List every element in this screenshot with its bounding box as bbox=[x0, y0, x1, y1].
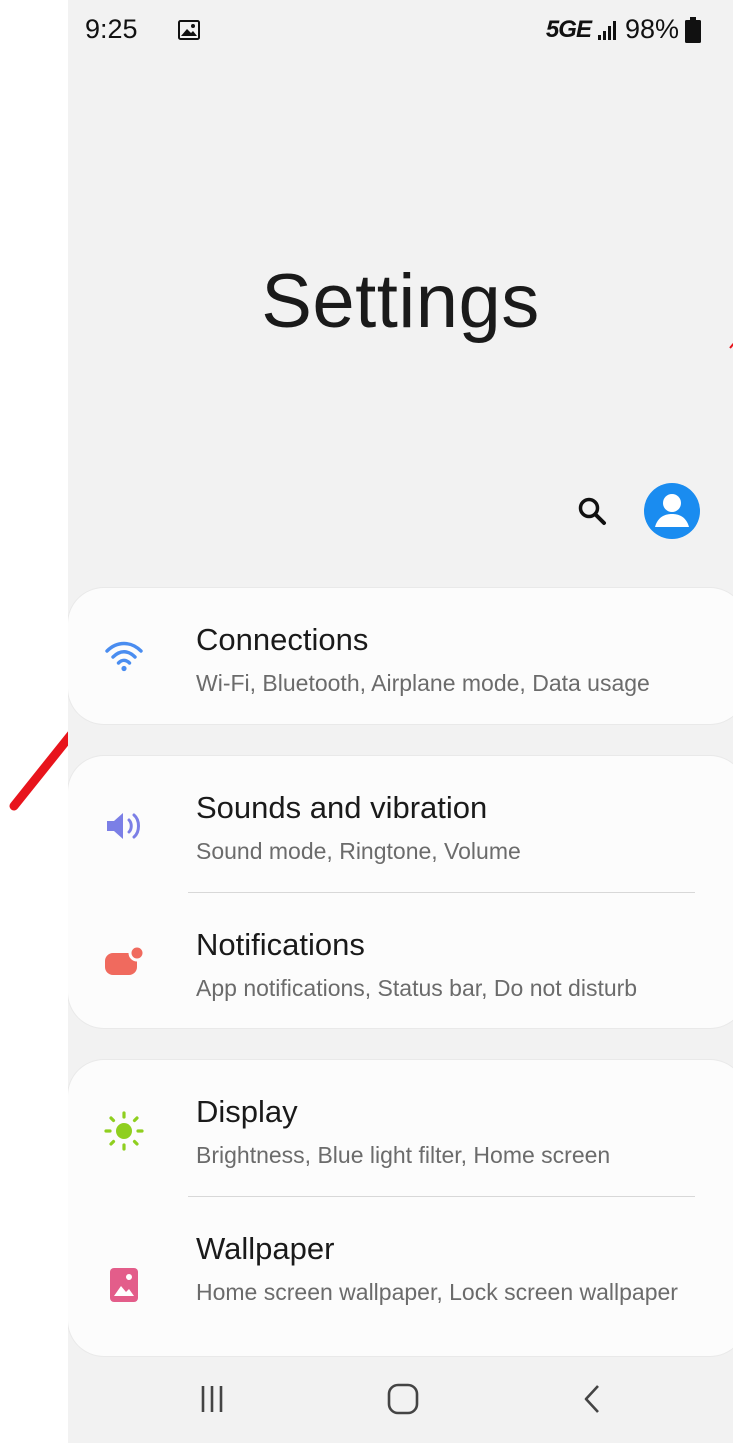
setting-item-wallpaper[interactable]: Wallpaper Home screen wallpaper, Lock sc… bbox=[68, 1197, 733, 1356]
setting-subtitle: Wi-Fi, Bluetooth, Airplane mode, Data us… bbox=[196, 670, 650, 696]
search-button[interactable] bbox=[566, 485, 618, 537]
status-time: 9:25 bbox=[85, 14, 138, 44]
setting-item-notifications[interactable]: Notifications App notifications, Status … bbox=[68, 893, 733, 1028]
recents-icon bbox=[201, 1386, 223, 1412]
search-icon bbox=[578, 497, 606, 525]
back-icon bbox=[584, 1385, 599, 1413]
brightness-icon bbox=[102, 1109, 146, 1153]
profile-icon bbox=[644, 483, 700, 539]
setting-title: Connections bbox=[196, 622, 369, 657]
wifi-icon bbox=[102, 634, 146, 678]
status-bar: 9:25 5GE 98% bbox=[68, 0, 733, 64]
battery-icon bbox=[685, 16, 701, 43]
settings-card-display-wallpaper: Display Brightness, Blue light filter, H… bbox=[68, 1060, 733, 1356]
gallery-notification-icon bbox=[178, 20, 200, 40]
setting-subtitle: Home screen wallpaper, Lock screen wallp… bbox=[196, 1279, 678, 1305]
home-icon bbox=[387, 1383, 419, 1415]
notification-icon bbox=[102, 939, 146, 983]
setting-title: Sounds and vibration bbox=[196, 790, 488, 825]
profile-button[interactable] bbox=[644, 483, 700, 539]
setting-item-display[interactable]: Display Brightness, Blue light filter, H… bbox=[68, 1060, 733, 1196]
page: 9:25 5GE 98% Settings Connections Wi-Fi,… bbox=[0, 0, 733, 1443]
settings-card-connections: Connections Wi-Fi, Bluetooth, Airplane m… bbox=[68, 588, 733, 724]
setting-item-connections[interactable]: Connections Wi-Fi, Bluetooth, Airplane m… bbox=[68, 588, 733, 724]
network-type: 5GE bbox=[545, 15, 592, 43]
back-button[interactable] bbox=[562, 1374, 622, 1424]
phone-screen: 9:25 5GE 98% Settings Connections Wi-Fi,… bbox=[68, 0, 733, 1443]
wallpaper-icon bbox=[102, 1263, 146, 1307]
setting-title: Notifications bbox=[196, 927, 365, 962]
status-right: 5GE 98% bbox=[546, 14, 701, 45]
signal-icon bbox=[597, 20, 616, 40]
recents-button[interactable] bbox=[182, 1374, 242, 1424]
battery-percent: 98% bbox=[624, 14, 679, 44]
setting-subtitle: App notifications, Status bar, Do not di… bbox=[196, 975, 638, 1001]
navigation-bar bbox=[68, 1356, 733, 1443]
setting-title: Display bbox=[196, 1094, 298, 1129]
settings-card-sounds-notifications: Sounds and vibration Sound mode, Rington… bbox=[68, 756, 733, 1028]
volume-icon bbox=[102, 804, 146, 848]
annotation-mark bbox=[729, 342, 733, 349]
home-button[interactable] bbox=[373, 1374, 433, 1424]
setting-subtitle: Sound mode, Ringtone, Volume bbox=[196, 838, 521, 864]
setting-title: Wallpaper bbox=[196, 1231, 335, 1266]
setting-subtitle: Brightness, Blue light filter, Home scre… bbox=[196, 1142, 611, 1168]
setting-item-sounds[interactable]: Sounds and vibration Sound mode, Rington… bbox=[68, 756, 733, 892]
page-title: Settings bbox=[261, 259, 540, 344]
